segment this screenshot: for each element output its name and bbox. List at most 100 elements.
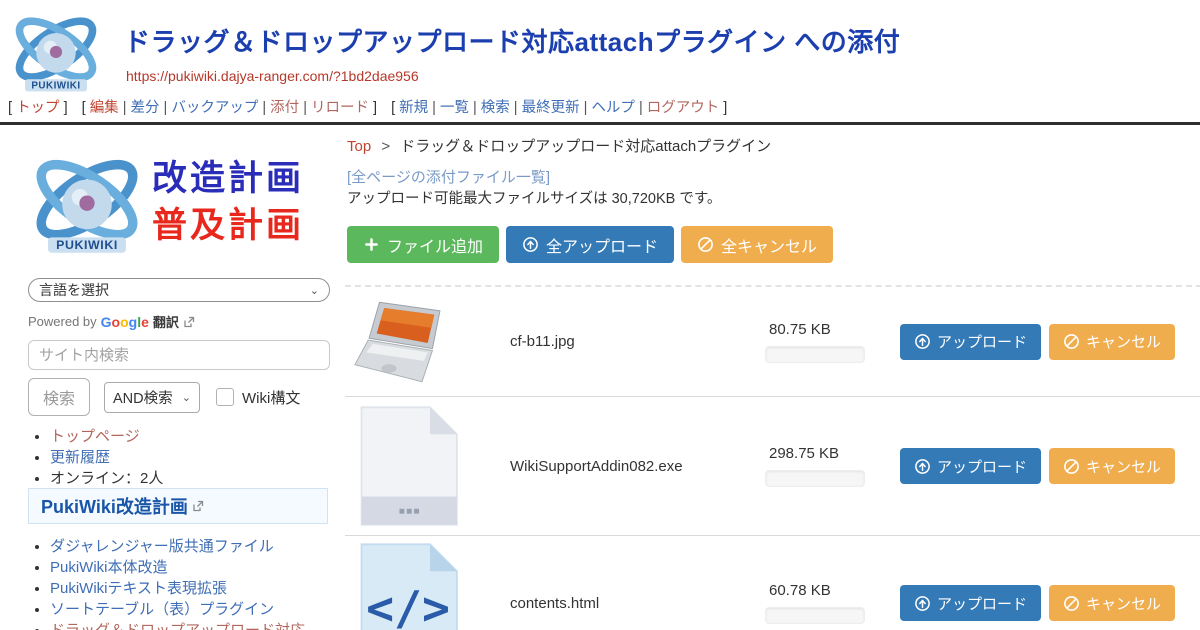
upload-icon xyxy=(914,333,931,350)
language-select[interactable]: 言語を選択 ⌄ xyxy=(28,278,330,302)
nav-link[interactable]: ログアウト xyxy=(647,100,720,116)
powered-by-label: Powered by xyxy=(28,314,97,329)
file-name: WikiSupportAddin082.exe xyxy=(473,458,765,475)
nav-link[interactable]: ヘルプ xyxy=(591,100,635,116)
cancel-icon xyxy=(1063,595,1080,612)
svg-text:PUKIWIKI: PUKIWIKI xyxy=(31,81,80,92)
add-file-label: ファイル追加 xyxy=(387,233,483,257)
cancel-button[interactable]: キャンセル xyxy=(1049,324,1175,360)
external-link-icon xyxy=(192,500,204,512)
project-box-link[interactable]: PukiWiki改造計画 xyxy=(41,493,204,519)
pukiwiki-page: PUKIWIKI ドラッグ＆ドロップアップロード対応attachプラグイン への… xyxy=(0,0,1200,630)
nav-link[interactable]: 編集 xyxy=(90,100,119,116)
site-search-input[interactable] xyxy=(28,340,330,370)
file-row: </> contents.html 60.78 KB アップロード キャンセル xyxy=(345,536,1200,630)
top-nav: [ トップ ] [ 編集 | 差分 | バックアップ | 添付 | リロード ] [… xyxy=(8,96,741,117)
upload-toolbar: ファイル追加 全アップロード 全キャンセル xyxy=(347,226,833,263)
sidebar-link[interactable]: ダジャレンジャー版共通ファイル xyxy=(50,538,274,555)
nav-link[interactable]: 一覧 xyxy=(440,100,469,116)
cancel-icon xyxy=(697,236,714,253)
upload-all-button[interactable]: 全アップロード xyxy=(506,226,674,263)
all-attachments-link[interactable]: [全ページの添付ファイル一覧] xyxy=(347,166,550,187)
nav-link[interactable]: 最終更新 xyxy=(522,100,580,116)
sidebar-link[interactable]: ソートテーブル（表）プラグイン xyxy=(50,601,274,618)
nav-link[interactable]: リロード xyxy=(311,100,369,116)
page-url-link[interactable]: https://pukiwiki.dajya-ranger.com/?1bd2d… xyxy=(126,68,419,84)
html-file-icon: </> xyxy=(353,540,463,630)
list-item: 更新履歴 xyxy=(50,447,163,468)
nav-link[interactable]: 添付 xyxy=(270,100,299,116)
banner-line1: 改造計画 xyxy=(152,155,304,202)
nav-link[interactable]: 検索 xyxy=(481,100,510,116)
file-thumbnail xyxy=(353,403,473,529)
sidebar-link[interactable]: PukiWikiテキスト表現拡張 xyxy=(50,580,227,597)
svg-text:</>: </> xyxy=(366,581,450,630)
banner-line2: 普及計画 xyxy=(152,202,304,249)
nav-link[interactable]: トップ xyxy=(16,100,60,116)
nav-link[interactable]: 差分 xyxy=(131,100,160,116)
upload-button[interactable]: アップロード xyxy=(900,324,1041,360)
external-link-icon xyxy=(183,316,195,328)
breadcrumb-current: ドラッグ＆ドロップアップロード対応attachプラグイン xyxy=(400,138,771,155)
pukiwiki-logo-icon: PUKIWIKI xyxy=(28,138,146,266)
banner-text: 改造計画 普及計画 xyxy=(152,155,304,250)
sidebar-link-list-bottom: ダジャレンジャー版共通ファイル PukiWiki本体改造 PukiWikiテキスト表… xyxy=(28,536,328,630)
nav-group: [ 新規 | 一覧 | 検索 | 最終更新 | ヘルプ | ログアウト ] xyxy=(391,100,727,116)
sidebar-link[interactable]: 更新履歴 xyxy=(50,449,110,466)
file-thumbnail: </> xyxy=(353,540,473,630)
nav-group: [ トップ ] xyxy=(8,100,68,116)
list-item: トップページ xyxy=(50,426,163,447)
language-select-value: 言語を選択 xyxy=(39,280,109,300)
list-item: ダジャレンジャー版共通ファイル xyxy=(50,536,328,557)
upload-progress-bar xyxy=(765,346,865,363)
svg-text:PUKIWIKI: PUKIWIKI xyxy=(56,238,118,252)
upload-icon xyxy=(914,595,931,612)
sidebar-link[interactable]: トップページ xyxy=(50,428,140,445)
pukiwiki-logo-icon: PUKIWIKI xyxy=(8,4,104,98)
sidebar-link[interactable]: ドラッグ＆ドロップアップロード対応attachプラグイン xyxy=(50,622,305,630)
chevron-down-icon: ⌄ xyxy=(310,284,319,297)
file-name: contents.html xyxy=(473,595,765,612)
file-drop-zone[interactable]: cf-b11.jpg 80.75 KB アップロード キャンセル WikiSup… xyxy=(345,285,1200,630)
search-mode-select[interactable]: AND検索 ⌄ xyxy=(104,382,200,413)
cancel-button[interactable]: キャンセル xyxy=(1049,448,1175,484)
sidebar-link[interactable]: PukiWiki本体改造 xyxy=(50,559,168,576)
list-item: PukiWiki本体改造 xyxy=(50,557,328,578)
file-name: cf-b11.jpg xyxy=(473,333,765,350)
translate-label: 翻訳 xyxy=(153,312,179,331)
list-item: ドラッグ＆ドロップアップロード対応attachプラグイン xyxy=(50,620,328,630)
sidebar-text: オンライン：2人 xyxy=(50,470,163,487)
file-meta: 298.75 KB xyxy=(765,445,885,487)
wiki-syntax-checkbox[interactable] xyxy=(216,388,234,406)
chevron-down-icon: ⌄ xyxy=(182,391,191,404)
google-logo: Google xyxy=(101,314,149,330)
wiki-syntax-label: Wiki構文 xyxy=(242,387,300,408)
list-item: オンライン：2人 xyxy=(50,468,163,489)
breadcrumb-separator: > xyxy=(381,138,390,155)
search-mode-value: AND検索 xyxy=(113,387,173,408)
nav-link[interactable]: バックアップ xyxy=(171,100,258,116)
add-file-button[interactable]: ファイル追加 xyxy=(347,226,499,263)
upload-button[interactable]: アップロード xyxy=(900,448,1041,484)
cancel-all-button[interactable]: 全キャンセル xyxy=(681,226,833,263)
search-button[interactable]: 検索 xyxy=(28,378,90,416)
cancel-button[interactable]: キャンセル xyxy=(1049,585,1175,621)
file-row: WikiSupportAddin082.exe 298.75 KB アップロード… xyxy=(345,397,1200,536)
laptop-photo-thumbnail xyxy=(353,298,457,386)
upload-progress-bar xyxy=(765,470,865,487)
nav-group: [ 編集 | 差分 | バックアップ | 添付 | リロード ] xyxy=(82,100,377,116)
project-box-label: PukiWiki改造計画 xyxy=(41,493,188,519)
file-meta: 80.75 KB xyxy=(765,321,885,363)
cancel-icon xyxy=(1063,458,1080,475)
breadcrumb-home-link[interactable]: Top xyxy=(347,138,371,155)
upload-button[interactable]: アップロード xyxy=(900,585,1041,621)
list-item: PukiWikiテキスト表現拡張 xyxy=(50,578,328,599)
file-thumbnail xyxy=(353,298,473,386)
nav-link[interactable]: 新規 xyxy=(399,100,428,116)
list-item: ソートテーブル（表）プラグイン xyxy=(50,599,328,620)
google-translate-credit: Powered by Google 翻訳 xyxy=(28,312,195,331)
sidebar-banner[interactable]: PUKIWIKI 改造計画 普及計画 xyxy=(28,136,330,268)
cancel-icon xyxy=(1063,333,1080,350)
breadcrumb: Top > ドラッグ＆ドロップアップロード対応attachプラグイン xyxy=(347,135,771,156)
file-row: cf-b11.jpg 80.75 KB アップロード キャンセル xyxy=(345,287,1200,397)
